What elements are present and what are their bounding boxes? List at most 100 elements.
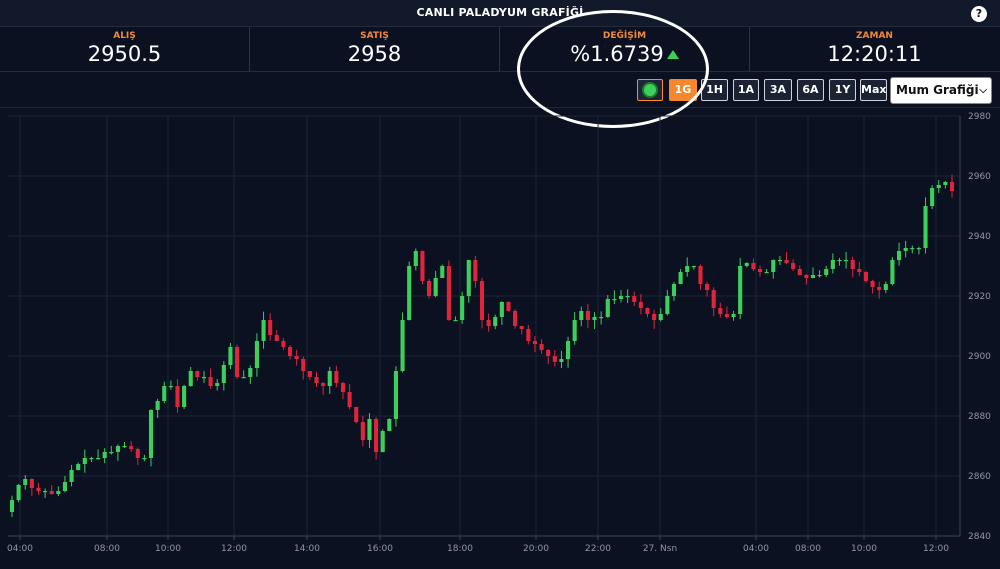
candle-body — [585, 311, 590, 320]
stat-time: ZAMAN 12:20:11 — [750, 27, 999, 72]
stat-change: DEĞİŞİM %1.6739 — [500, 27, 749, 72]
candle-body — [592, 317, 597, 320]
candle-body — [148, 410, 154, 458]
candle-body — [115, 446, 120, 452]
candle-body — [162, 386, 167, 401]
x-tick-label: 27. Nsn — [643, 544, 677, 554]
candle-body — [499, 302, 504, 317]
y-tick-label: 2940 — [968, 232, 991, 242]
candle-body — [340, 383, 346, 392]
candle-body — [327, 371, 332, 386]
candle-body — [76, 464, 81, 470]
range-button-1a[interactable]: 1A — [733, 79, 759, 101]
candle-body — [9, 500, 15, 512]
candle-body — [493, 317, 498, 326]
candle-body — [552, 356, 557, 362]
live-toggle-button[interactable] — [637, 79, 663, 101]
range-button-1g[interactable]: 1G — [669, 79, 697, 101]
candle-body — [62, 482, 68, 491]
chart-type-select[interactable]: Mum Grafiği ⌵ — [890, 77, 992, 104]
x-tick-label: 04:00 — [743, 544, 769, 554]
candle-body — [638, 302, 643, 308]
candle-body — [400, 320, 405, 371]
candle-body — [546, 350, 551, 356]
candle-body — [29, 479, 34, 488]
candle-body — [420, 251, 425, 281]
candle-body — [241, 377, 246, 379]
candle-body — [804, 275, 809, 278]
chart-type-value: Mum Grafiği — [896, 83, 979, 97]
candle-body — [923, 206, 928, 248]
candle-body — [817, 275, 822, 277]
candle-body — [605, 299, 610, 317]
candle-body — [863, 272, 868, 281]
stat-change-value-wrap: %1.6739 — [500, 42, 749, 66]
candle-body — [16, 485, 21, 500]
candle-body — [248, 368, 253, 377]
candle-body — [69, 470, 74, 482]
x-tick-label: 16:00 — [367, 544, 393, 554]
candle-body — [393, 371, 398, 419]
candle-body — [221, 365, 226, 383]
candle-body — [109, 452, 114, 454]
candle-body — [307, 371, 312, 377]
candle-body — [281, 341, 286, 347]
y-tick-label: 2900 — [968, 352, 991, 362]
candle-body — [387, 419, 392, 431]
candle-body — [949, 182, 955, 191]
candle-body — [433, 278, 438, 296]
candle-body — [374, 419, 379, 452]
candle-body — [413, 251, 418, 266]
candle-body — [724, 314, 729, 317]
candle-body — [23, 479, 28, 485]
candle-body — [208, 377, 213, 386]
candle-body — [182, 386, 187, 407]
x-tick-label: 18:00 — [447, 544, 473, 554]
candle-body — [612, 299, 617, 301]
x-tick-label: 04:00 — [7, 544, 33, 554]
candle-body — [718, 308, 723, 314]
candle-body — [877, 287, 882, 290]
candle-body — [254, 341, 259, 368]
x-tick-label: 10:00 — [155, 544, 181, 554]
candle-body — [890, 260, 895, 284]
candle-body — [228, 347, 233, 365]
candle-body — [82, 458, 87, 464]
x-tick-label: 12:00 — [221, 544, 247, 554]
y-tick-label: 2860 — [968, 472, 991, 482]
candle-body — [903, 248, 908, 251]
x-tick-label: 22:00 — [585, 544, 611, 554]
range-button-6a[interactable]: 6A — [797, 79, 824, 101]
stat-bid-label: ALIŞ — [113, 31, 136, 41]
help-button[interactable]: ? — [971, 6, 987, 22]
candle-body — [314, 377, 319, 383]
candle-body — [691, 266, 696, 268]
range-button-1h[interactable]: 1H — [701, 79, 728, 101]
candle-body — [142, 458, 147, 460]
candle-body — [599, 317, 604, 319]
range-button-1y[interactable]: 1Y — [829, 79, 856, 101]
x-tick-label: 14:00 — [294, 544, 320, 554]
candle-body — [930, 188, 935, 206]
candle-body — [751, 263, 756, 269]
candle-body — [698, 266, 703, 284]
candle-body — [294, 356, 299, 359]
candle-body — [347, 392, 352, 407]
range-button-3a[interactable]: 3A — [764, 79, 792, 101]
candle-body — [453, 320, 458, 322]
candle-body — [797, 269, 802, 275]
candle-body — [757, 269, 763, 272]
title-bar: CANLI PALADYUM GRAFİĞİ ? — [0, 0, 1000, 27]
candle-body — [678, 272, 683, 284]
candle-body — [731, 314, 736, 317]
live-dot-icon — [644, 84, 656, 96]
candle-body — [168, 386, 173, 388]
candle-body — [943, 182, 948, 185]
range-button-max[interactable]: Max — [860, 79, 887, 101]
candle-body — [460, 296, 465, 320]
candle-body — [572, 320, 577, 341]
candle-body — [559, 359, 564, 362]
candle-body — [784, 260, 789, 263]
candle-body — [844, 260, 849, 262]
candle-body — [910, 248, 915, 250]
